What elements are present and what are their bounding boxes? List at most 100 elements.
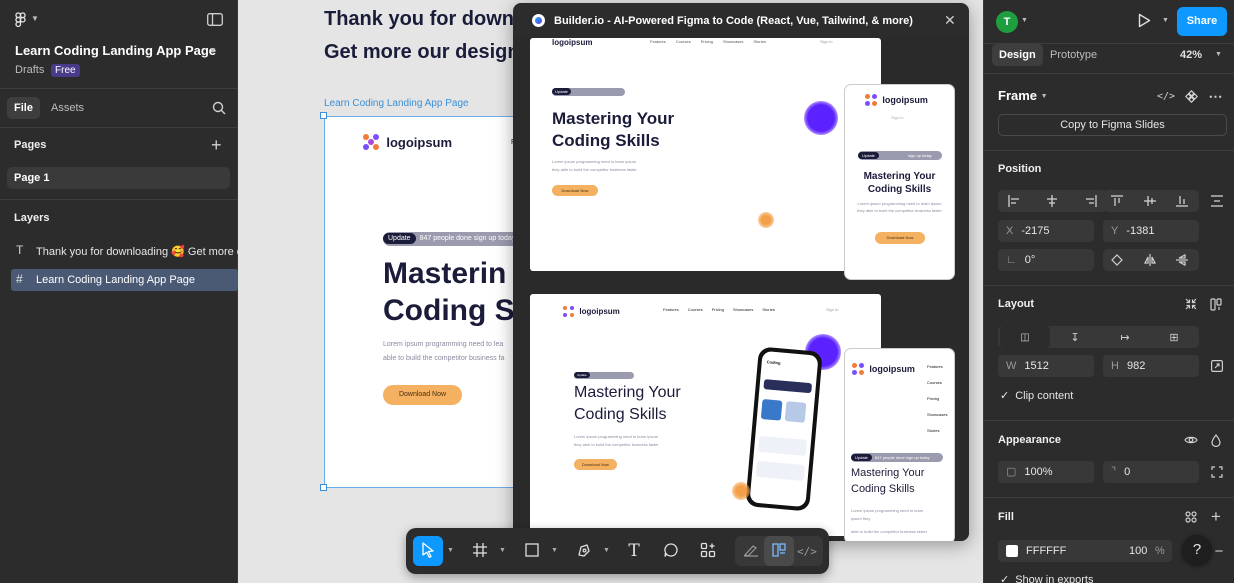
flip-vertical-icon[interactable] <box>1171 249 1193 271</box>
nav-item: Stories <box>753 39 766 44</box>
align-top-icon[interactable] <box>1106 190 1128 212</box>
y-position-field[interactable]: Y -1381 <box>1103 220 1199 242</box>
layer-item-text[interactable]: T Thank you for downloading 🥰 Get more o <box>7 240 238 262</box>
file-title-chevron-icon[interactable]: ▼ <box>209 46 217 55</box>
text-icon: T <box>628 541 640 561</box>
chevron-down-icon[interactable]: ▼ <box>499 547 506 554</box>
eye-icon[interactable] <box>1180 429 1202 451</box>
copy-to-figma-slides-button[interactable]: Copy to Figma Slides <box>998 114 1227 136</box>
resize-icon[interactable] <box>1206 355 1228 377</box>
code-icon[interactable]: </> <box>1155 85 1177 107</box>
component-icon[interactable] <box>1180 85 1202 107</box>
layer-item-frame[interactable]: # Learn Coding Landing App Page <box>11 269 238 291</box>
shape-tool-button[interactable] <box>517 536 547 566</box>
share-button[interactable]: Share <box>1177 7 1227 36</box>
frame-title[interactable]: Frame ▼ <box>998 88 1048 103</box>
chevron-down-icon[interactable]: ▼ <box>603 547 610 554</box>
clip-content-checkbox[interactable]: ✓ Clip content <box>1000 389 1073 402</box>
frame-tool-button[interactable] <box>465 536 495 566</box>
layout-wrap-button[interactable]: ⊞ <box>1150 326 1198 348</box>
canvas-heading-line1[interactable]: Thank you for downl <box>324 8 520 31</box>
tab-prototype[interactable]: Prototype <box>1050 44 1097 66</box>
plugin-preview-area[interactable]: logoipsum Features Courses Pricing Showcase… <box>513 38 969 541</box>
pen-tool-button[interactable] <box>569 536 599 566</box>
height-field[interactable]: H 982 <box>1103 355 1199 377</box>
zoom-level[interactable]: 42% <box>1180 49 1202 61</box>
chevron-down-icon[interactable]: ▼ <box>551 547 558 554</box>
x-position-field[interactable]: X -2175 <box>998 220 1094 242</box>
preview-logo: logoipsum <box>563 304 620 318</box>
code-icon: </> <box>797 544 817 558</box>
chevron-down-icon[interactable]: ▼ <box>1215 51 1222 58</box>
layout-vertical-button[interactable]: ↧ <box>1050 326 1100 348</box>
preview-desktop-1[interactable]: logoipsum Features Courses Pricing Showcase… <box>530 38 881 271</box>
align-bottom-icon[interactable] <box>1171 190 1193 212</box>
nav-item: Features <box>650 39 666 44</box>
close-icon[interactable]: ✕ <box>944 12 956 29</box>
add-page-icon[interactable]: + <box>211 135 222 156</box>
frame-label[interactable]: Learn Coding Landing App Page <box>324 98 469 109</box>
auto-layout-icon[interactable] <box>1205 293 1227 315</box>
selection-handle[interactable] <box>320 484 327 491</box>
layout-horizontal-button[interactable]: ↦ <box>1100 326 1150 348</box>
selection-handle[interactable] <box>320 112 327 119</box>
position-title: Position <box>998 163 1042 175</box>
chevron-down-icon[interactable]: ▼ <box>31 14 39 23</box>
styles-grid-icon[interactable] <box>1180 506 1202 528</box>
design-mode-button[interactable] <box>764 536 794 566</box>
user-avatar[interactable]: T <box>996 11 1018 33</box>
draw-mode-button[interactable] <box>736 536 766 566</box>
preview-mobile-2[interactable]: logoipsum Features Courses Pricing Showc… <box>845 349 954 541</box>
play-icon[interactable] <box>1138 13 1151 31</box>
corner-radius-field[interactable]: ⌝ 0 <box>1103 461 1199 483</box>
help-button[interactable]: ? <box>1182 535 1212 565</box>
flip-horizontal-icon[interactable] <box>1139 249 1161 271</box>
page-item-page-1[interactable]: Page 1 <box>7 167 230 189</box>
dev-mode-button[interactable]: </> <box>792 536 822 566</box>
distribute-icon[interactable] <box>1206 190 1228 212</box>
layout-grid-button[interactable]: ◫ <box>1000 326 1050 348</box>
collapse-icon[interactable] <box>1180 293 1202 315</box>
figma-menu-icon[interactable] <box>15 12 26 31</box>
blend-mode-icon[interactable] <box>1205 429 1227 451</box>
chevron-down-icon[interactable]: ▼ <box>1021 17 1028 24</box>
independent-corners-icon[interactable] <box>1206 461 1228 483</box>
comment-tool-button[interactable] <box>656 536 686 566</box>
rotate-icon[interactable] <box>1106 249 1128 271</box>
align-middle-icon[interactable] <box>1139 190 1161 212</box>
cursor-icon <box>421 541 435 561</box>
preview-mobile-1[interactable]: logoipsum Sign In Update sign up today Ma… <box>845 85 954 279</box>
align-center-horizontal-icon[interactable] <box>1041 190 1063 212</box>
nav-item: Courses <box>927 380 942 385</box>
tab-file-label: File <box>14 102 33 114</box>
file-title[interactable]: Learn Coding Landing App Page <box>15 43 216 58</box>
fill-color-field[interactable]: FFFFFF 100% <box>998 540 1172 562</box>
divider <box>984 420 1234 421</box>
tab-design[interactable]: Design <box>992 44 1043 66</box>
align-right-icon[interactable] <box>1080 190 1102 212</box>
h-label: H <box>1111 360 1119 372</box>
preview-desktop-2[interactable]: logoipsum Features Courses Pricing Showcase… <box>530 294 881 536</box>
sidebar-toggle-icon[interactable] <box>207 13 223 29</box>
mobile-nav: Features Courses Pricing Showcases Stori… <box>927 359 947 439</box>
body-line1: Lorem ipsum programming need to lea <box>383 341 504 348</box>
opacity-field[interactable]: ▢ 100% <box>998 461 1094 483</box>
width-field[interactable]: W 1512 <box>998 355 1094 377</box>
divider <box>984 150 1234 151</box>
chevron-down-icon[interactable]: ▼ <box>447 547 454 554</box>
move-tool-button[interactable] <box>413 536 443 566</box>
text-tool-button[interactable]: T <box>619 536 649 566</box>
rotation-field[interactable]: ∟ 0° <box>998 249 1094 271</box>
more-options-icon[interactable]: ⋯ <box>1205 85 1227 107</box>
canvas-heading-line2[interactable]: Get more our design <box>324 41 520 64</box>
search-icon[interactable] <box>212 101 226 118</box>
chevron-down-icon[interactable]: ▼ <box>1162 17 1169 24</box>
drafts-label[interactable]: Drafts <box>15 64 44 76</box>
actions-tool-button[interactable] <box>693 536 723 566</box>
tab-file[interactable]: File <box>7 97 40 119</box>
align-left-icon[interactable] <box>1003 190 1025 212</box>
fill-swatch[interactable] <box>1006 545 1018 558</box>
show-in-exports-checkbox[interactable]: ✓ Show in exports <box>1000 573 1093 583</box>
tab-assets[interactable]: Assets <box>51 97 84 119</box>
add-fill-icon[interactable]: + <box>1205 506 1227 528</box>
